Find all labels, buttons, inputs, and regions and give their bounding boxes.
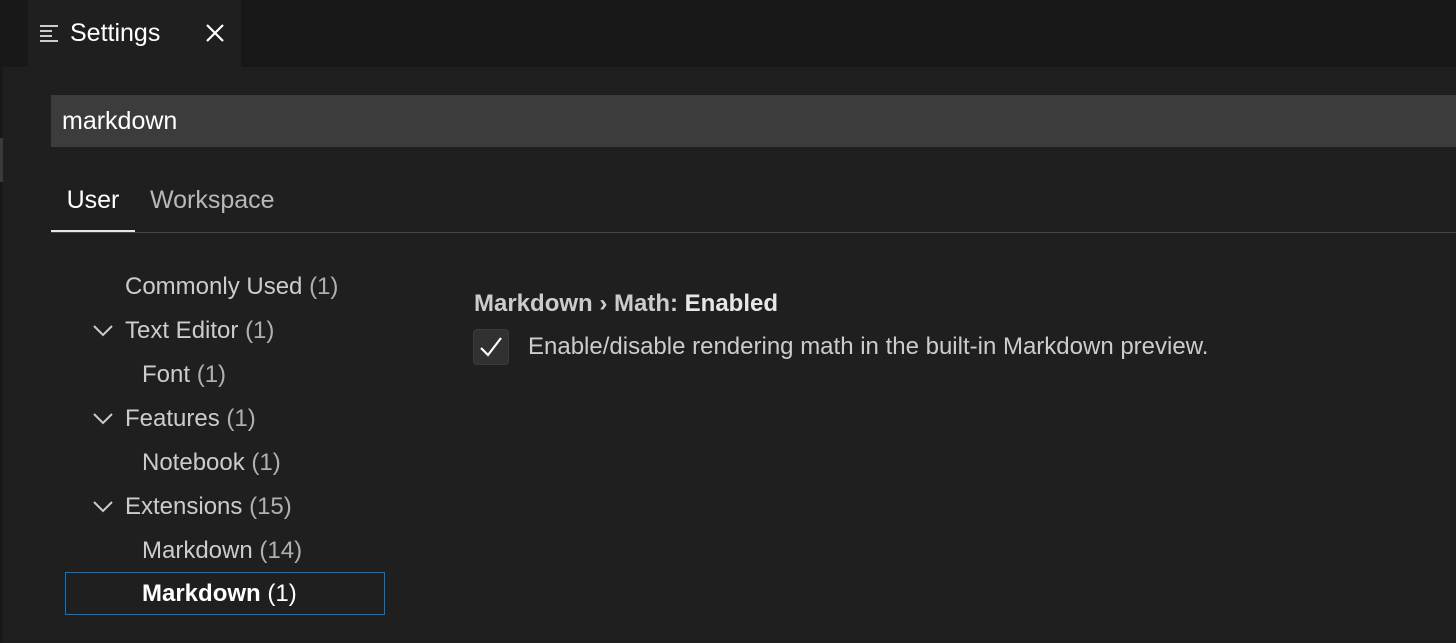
check-icon [480,337,502,357]
toc-item-count: (1) [251,449,281,476]
toc-item-label: Markdown [142,580,261,607]
activity-bar-edge [0,0,3,643]
sash-handle[interactable] [0,138,3,182]
toc-item-label: Font [142,361,191,388]
setting-description: Enable/disable rendering math in the bui… [528,333,1209,360]
settings-editor: Settings User Workspace Commonly Used (1… [0,0,1456,643]
toc-item-count: (1) [267,580,297,607]
toc-item-text-editor[interactable]: Text Editor (1) [125,311,274,351]
toc-item-markdown-selected-label: Markdown (1) [142,574,297,614]
search-input[interactable] [51,95,1456,147]
editor-tab-bar: Settings [3,0,1456,67]
toc-item-count: (15) [249,493,292,520]
toc-item-label: Extensions [125,493,243,520]
toc-item-label: Markdown [142,537,253,564]
scope-tabs: User Workspace [51,176,1456,233]
tab-title: Settings [70,19,161,47]
tab-workspace[interactable]: Workspace [150,176,275,232]
setting-title: Markdown › Math: Enabled [474,288,778,320]
toc-item-count: (1) [245,317,275,344]
settings-list-icon [40,25,58,42]
toc-item-count: (1) [309,273,339,300]
close-icon[interactable] [200,18,230,48]
setting-category: Markdown › Math: [474,290,685,317]
toc-item-font[interactable]: Font (1) [142,355,226,395]
toc-item-features[interactable]: Features (1) [125,399,256,439]
toc-item-extensions[interactable]: Extensions (15) [125,487,292,527]
toc-item-label: Notebook [142,449,245,476]
toc-item-label: Features [125,405,220,432]
setting-checkbox[interactable] [473,329,509,365]
toc-item-count: (1) [196,361,227,388]
setting-key: Enabled [684,290,779,317]
toc-item-commonly-used[interactable]: Commonly Used (1) [125,267,338,307]
tab-settings[interactable]: Settings [28,0,241,67]
chevron-down-icon[interactable] [92,324,114,338]
chevron-down-icon[interactable] [92,412,114,426]
toc-item-markdown[interactable]: Markdown (14) [142,531,302,571]
toc-item-label: Commonly Used [125,273,303,300]
tab-user[interactable]: User [51,176,135,232]
toc-item-count: (14) [259,537,303,564]
toc-item-notebook[interactable]: Notebook (1) [142,443,281,483]
chevron-down-icon[interactable] [92,500,114,514]
toc-item-count: (1) [226,405,256,432]
toc-item-label: Text Editor [125,317,239,344]
